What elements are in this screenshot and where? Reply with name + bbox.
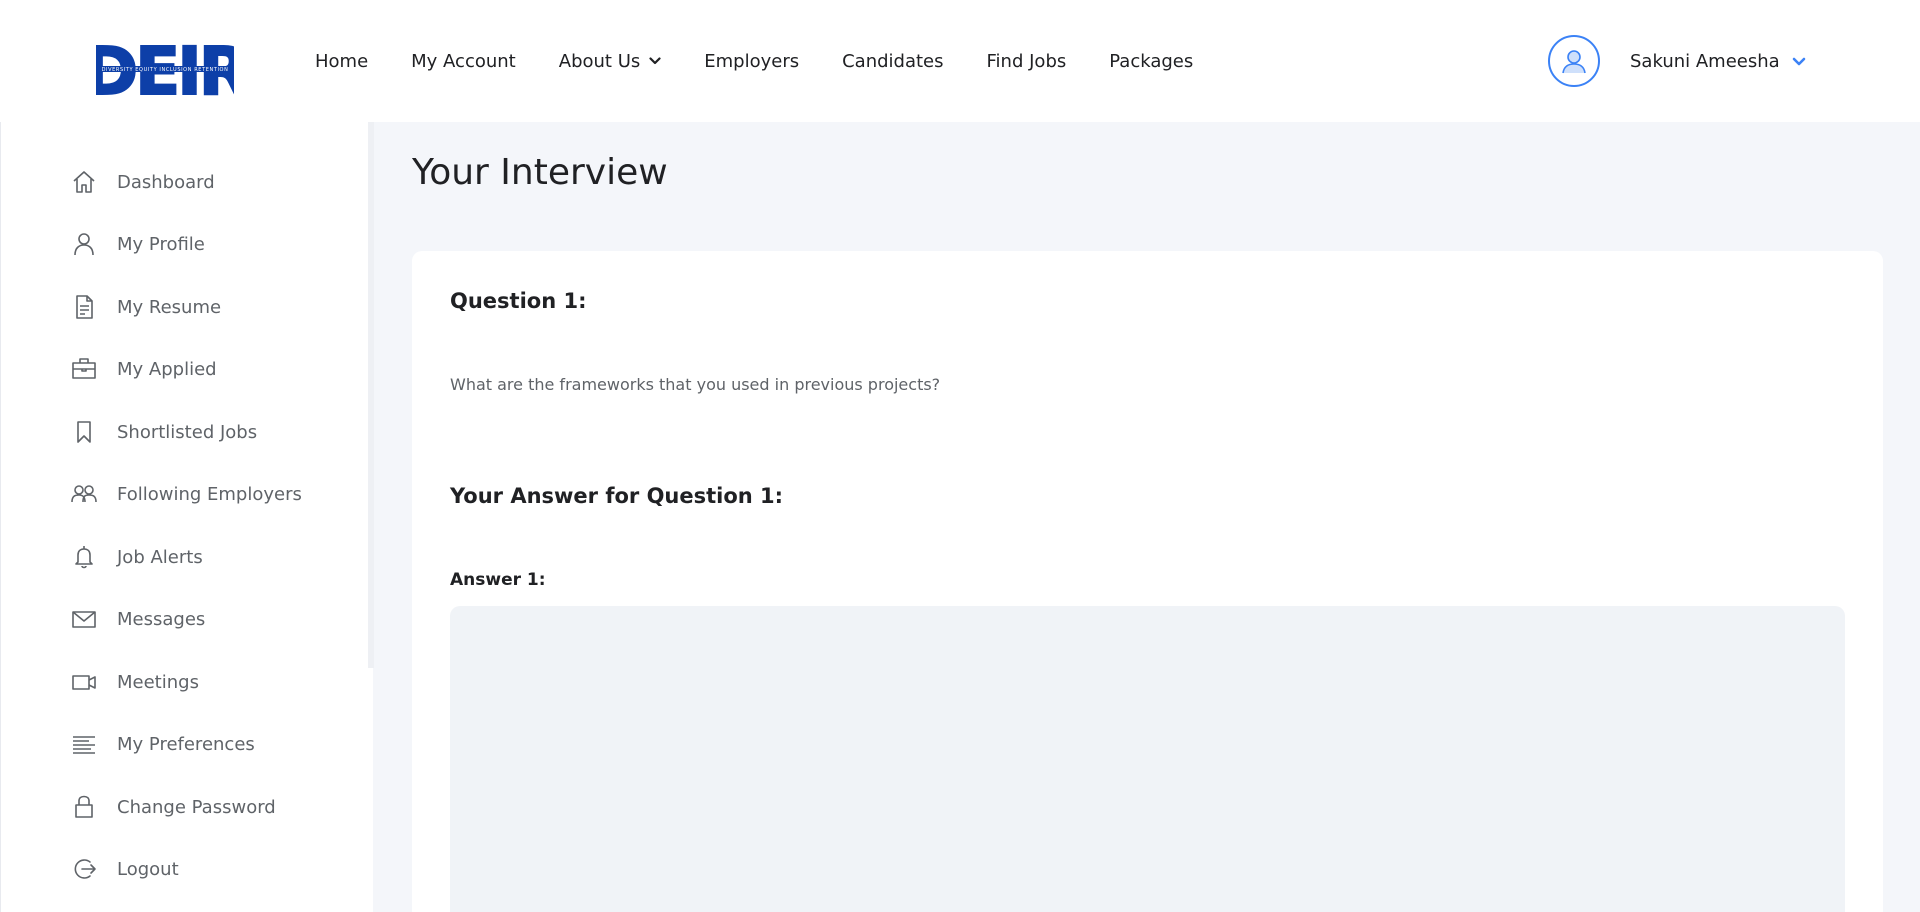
sidebar-item-change-password[interactable]: Change Password — [71, 792, 276, 822]
logout-icon — [74, 859, 96, 879]
answer-label: Answer 1: — [450, 570, 546, 590]
nav-home[interactable]: Home — [315, 51, 368, 72]
sidebar-item-label: Meetings — [117, 671, 199, 693]
sidebar-item-label: Job Alerts — [117, 546, 203, 568]
interview-card: Question 1: What are the frameworks that… — [412, 251, 1883, 912]
sidebar-item-my-profile[interactable]: My Profile — [71, 229, 205, 259]
answer-input[interactable] — [450, 606, 1845, 912]
sidebar-item-messages[interactable]: Messages — [71, 604, 205, 634]
sidebar-item-following-employers[interactable]: Following Employers — [71, 479, 302, 509]
chevron-down-icon — [649, 57, 661, 65]
sidebar-item-label: My Resume — [117, 296, 222, 318]
nav-employers[interactable]: Employers — [704, 51, 799, 72]
sidebar-item-label: Dashboard — [117, 171, 215, 193]
lock-icon — [75, 795, 93, 818]
bookmark-icon — [77, 421, 91, 443]
user-menu[interactable]: Sakuni Ameesha — [1548, 35, 1806, 87]
sidebar-item-shortlisted-jobs[interactable]: Shortlisted Jobs — [71, 417, 257, 447]
sidebar-item-my-resume[interactable]: My Resume — [71, 292, 221, 322]
user-name[interactable]: Sakuni Ameesha — [1630, 51, 1780, 72]
sidebar-item-label: Following Employers — [117, 483, 302, 505]
bell-icon — [75, 546, 93, 569]
question-title: Question 1: — [450, 289, 587, 313]
briefcase-icon — [72, 358, 96, 379]
question-text: What are the frameworks that you used in… — [450, 375, 941, 394]
sidebar-item-my-preferences[interactable]: My Preferences — [71, 729, 255, 759]
sidebar-item-label: Shortlisted Jobs — [117, 421, 258, 443]
page-title: Your Interview — [412, 152, 668, 193]
top-header: DEIR DIVERSITY EQUITY INCLUSION RETENTIO… — [0, 0, 1920, 122]
sidebar-scrollbar[interactable] — [368, 122, 374, 668]
nav-about-us[interactable]: About Us — [559, 51, 662, 72]
sidebar-item-job-alerts[interactable]: Job Alerts — [71, 542, 203, 572]
main-nav: Home My Account About Us Employers Candi… — [315, 0, 1236, 122]
lines-icon — [73, 736, 95, 754]
sidebar-item-logout[interactable]: Logout — [71, 854, 179, 884]
sidebar-item-label: Logout — [117, 858, 179, 880]
video-icon — [72, 675, 96, 690]
users-icon — [71, 485, 97, 503]
sidebar-item-label: My Profile — [117, 233, 205, 255]
nav-packages[interactable]: Packages — [1109, 51, 1193, 72]
sidebar-item-label: Messages — [117, 608, 206, 630]
home-icon — [73, 171, 95, 193]
user-avatar-icon — [1562, 50, 1586, 74]
sidebar-item-label: My Applied — [117, 358, 217, 380]
sidebar-item-dashboard[interactable]: Dashboard — [71, 167, 215, 197]
nav-my-account[interactable]: My Account — [411, 51, 516, 72]
sidebar-item-meetings[interactable]: Meetings — [71, 667, 199, 697]
deir-logo[interactable]: DEIR DIVERSITY EQUITY INCLUSION RETENTIO… — [96, 36, 234, 102]
sidebar: Dashboard My Profile My Resume My Applie… — [0, 122, 374, 912]
nav-candidates[interactable]: Candidates — [842, 51, 943, 72]
logo-tagline: DIVERSITY EQUITY INCLUSION RETENTION — [102, 67, 229, 73]
user-icon — [74, 233, 94, 256]
sidebar-item-label: My Preferences — [117, 733, 255, 755]
chevron-down-icon[interactable] — [1792, 57, 1806, 66]
avatar[interactable] — [1548, 35, 1600, 87]
mail-icon — [72, 611, 96, 628]
nav-find-jobs[interactable]: Find Jobs — [987, 51, 1067, 72]
answer-section-title: Your Answer for Question 1: — [450, 484, 784, 508]
sidebar-item-my-applied[interactable]: My Applied — [71, 354, 217, 384]
sidebar-item-label: Change Password — [117, 796, 276, 818]
document-icon — [76, 295, 93, 319]
